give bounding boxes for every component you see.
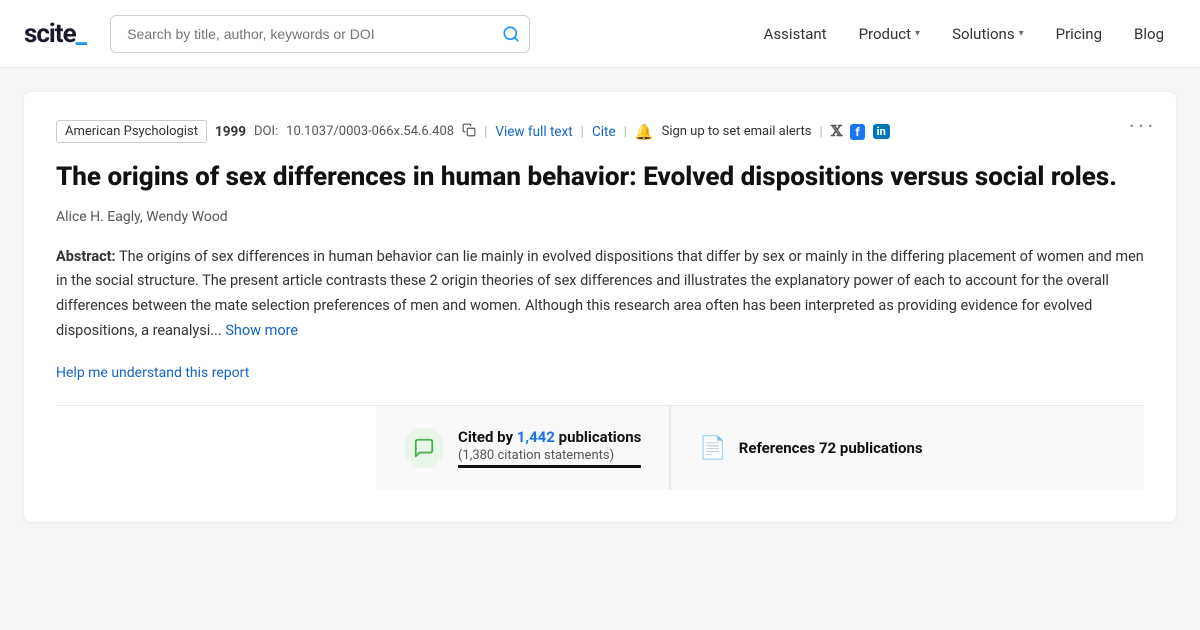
nav-item-solutions[interactable]: Solutions ▾ xyxy=(940,17,1036,51)
bell-icon[interactable]: 🔔 xyxy=(635,123,654,141)
year: 1999 xyxy=(215,124,246,140)
content-area: American Psychologist 1999 DOI: 10.1037/… xyxy=(0,68,1200,522)
stats-bar: Cited by 1,442 publications (1,380 citat… xyxy=(56,405,1144,490)
nav-item-assistant[interactable]: Assistant xyxy=(752,17,839,51)
nav-item-pricing[interactable]: Pricing xyxy=(1044,17,1114,51)
twitter-icon[interactable]: 𝕏 xyxy=(831,122,843,141)
search-button[interactable] xyxy=(502,25,520,43)
search-wrapper xyxy=(110,15,530,53)
search-icon xyxy=(502,25,520,43)
paper-title: The origins of sex differences in human … xyxy=(56,161,1144,195)
nav-item-product[interactable]: Product ▾ xyxy=(847,17,932,51)
abstract-label: Abstract: xyxy=(56,248,116,265)
linkedin-icon[interactable]: in xyxy=(873,124,890,139)
view-full-text-link[interactable]: View full text xyxy=(495,124,572,140)
cited-by-section: Cited by 1,442 publications (1,380 citat… xyxy=(376,406,671,490)
abstract-section: Abstract: The origins of sex differences… xyxy=(56,245,1144,344)
stats-left-spacer xyxy=(56,406,376,490)
doi-value: 10.1037/0003-066x.54.6.408 xyxy=(286,124,454,139)
pipe-1: | xyxy=(484,124,487,140)
cited-by-suffix: publications xyxy=(555,428,641,446)
search-input[interactable] xyxy=(110,15,530,53)
active-tab-underline xyxy=(458,465,641,468)
logo[interactable]: scite_ xyxy=(24,19,86,49)
cited-by-label: Cited by xyxy=(458,428,517,446)
pipe-3: | xyxy=(624,124,627,140)
citation-statements: (1,380 citation statements) xyxy=(458,448,641,463)
pipe-4: | xyxy=(819,124,822,140)
social-icons: 𝕏 f in xyxy=(831,122,890,141)
refs-suffix: publications xyxy=(836,439,922,457)
doi-label: DOI: xyxy=(254,124,278,139)
product-chevron-icon: ▾ xyxy=(915,28,920,39)
cite-link[interactable]: Cite xyxy=(592,124,616,140)
cited-by-stats[interactable]: Cited by 1,442 publications (1,380 citat… xyxy=(376,406,670,490)
chat-icon xyxy=(413,437,435,459)
cited-by-count: 1,442 xyxy=(517,428,555,446)
refs-count: 72 xyxy=(819,439,836,457)
help-understand-link[interactable]: Help me understand this report xyxy=(56,365,249,381)
nav-item-blog[interactable]: Blog xyxy=(1122,17,1176,51)
nav-product-label: Product xyxy=(859,25,911,43)
facebook-icon[interactable]: f xyxy=(850,124,864,140)
show-more-link[interactable]: Show more xyxy=(225,322,298,339)
refs-label: References xyxy=(739,439,819,457)
email-alert-text: Sign up to set email alerts xyxy=(662,124,812,139)
nav-links: Assistant Product ▾ Solutions ▾ Pricing … xyxy=(752,17,1176,51)
refs-icon: 📄 xyxy=(699,436,726,461)
meta-bar: American Psychologist 1999 DOI: 10.1037/… xyxy=(56,120,1144,143)
copy-icon[interactable] xyxy=(462,123,476,141)
cited-by-title: Cited by 1,442 publications xyxy=(458,428,641,446)
more-options-button[interactable]: ··· xyxy=(1128,112,1156,138)
chat-bubble-icon xyxy=(404,428,444,468)
solutions-chevron-icon: ▾ xyxy=(1019,28,1024,39)
authors: Alice H. Eagly, Wendy Wood xyxy=(56,209,1144,225)
refs-text: References 72 publications xyxy=(739,439,923,457)
journal-badge: American Psychologist xyxy=(56,120,207,143)
references-section[interactable]: 📄 References 72 publications xyxy=(671,406,1144,490)
abstract-text: The origins of sex differences in human … xyxy=(56,248,1144,339)
cited-by-info: Cited by 1,442 publications (1,380 citat… xyxy=(458,428,641,468)
pipe-2: | xyxy=(581,124,584,140)
nav-solutions-label: Solutions xyxy=(952,25,1015,43)
navbar: scite_ Assistant Product ▾ Solutions ▾ P… xyxy=(0,0,1200,68)
paper-card: American Psychologist 1999 DOI: 10.1037/… xyxy=(24,92,1176,522)
